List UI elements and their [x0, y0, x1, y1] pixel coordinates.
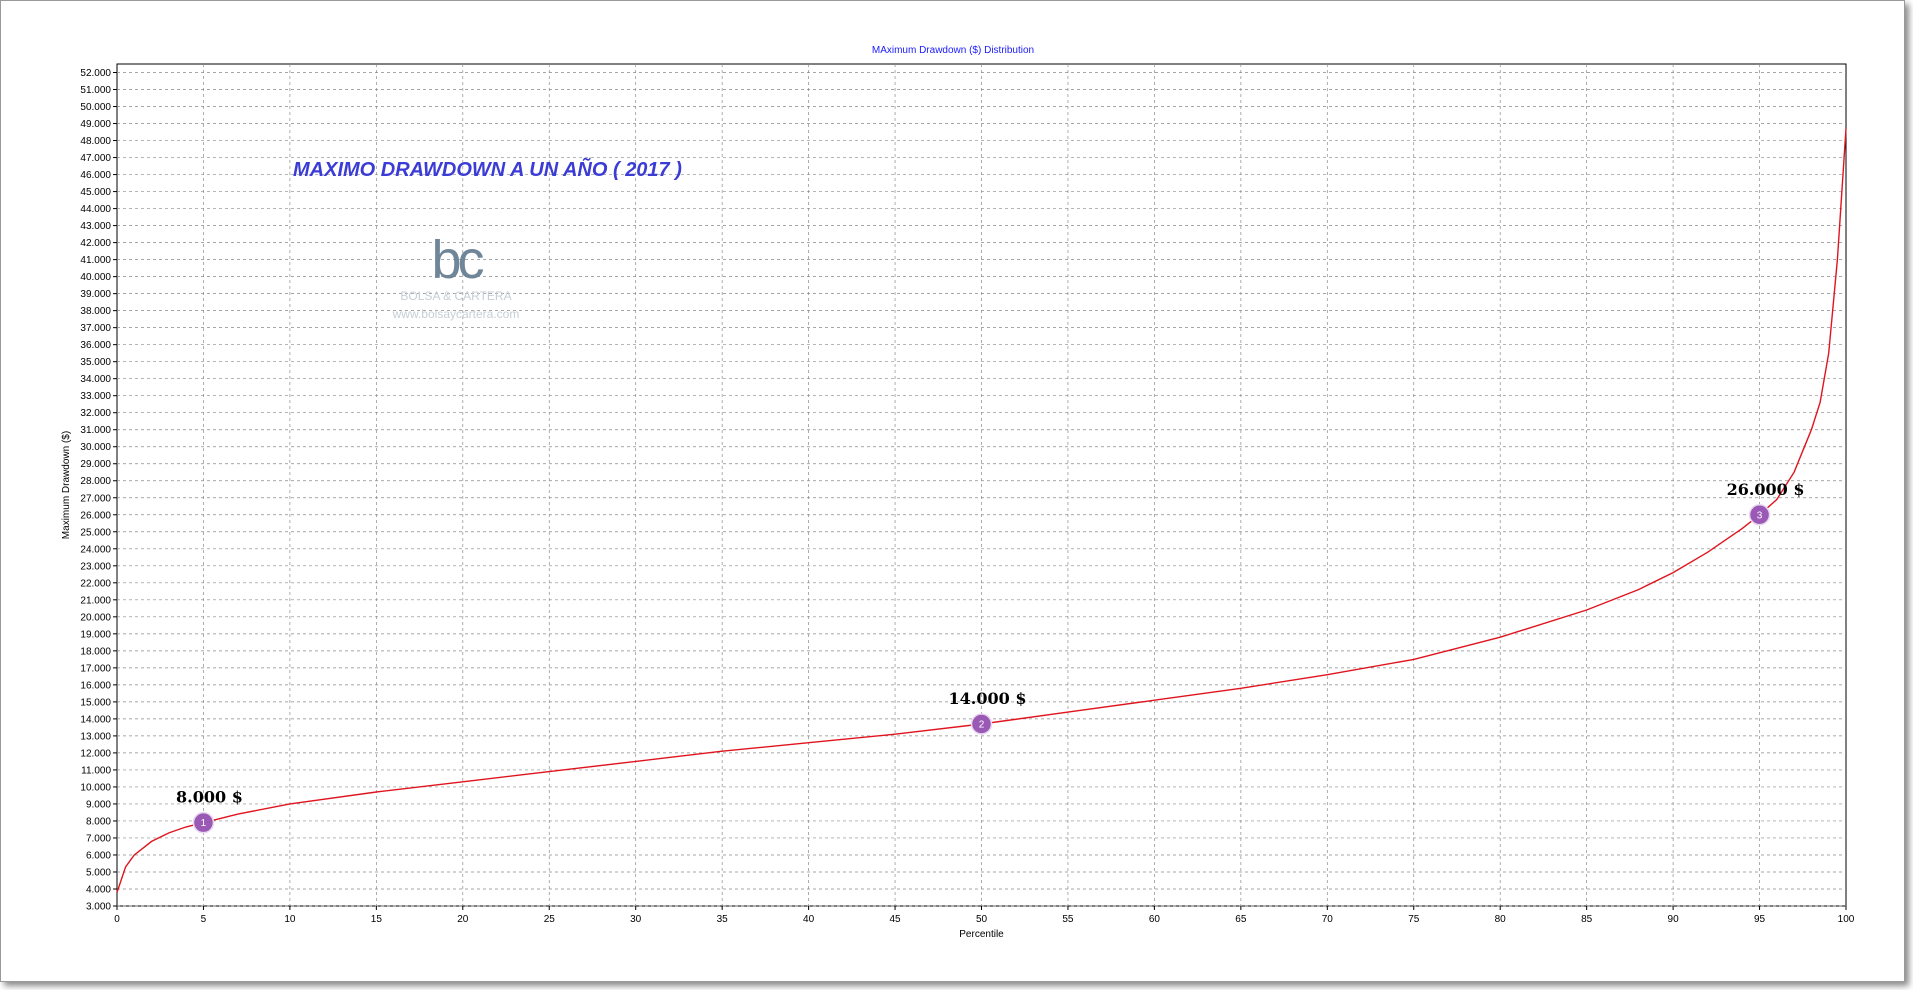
x-tick-label: 15 [371, 914, 383, 925]
y-tick-label: 4.000 [86, 884, 111, 895]
y-tick-label: 50.000 [80, 102, 111, 113]
y-tick-label: 38.000 [80, 306, 111, 317]
x-tick-label: 50 [976, 914, 988, 925]
annotation-label: 8.000 $ [176, 788, 243, 807]
x-tick-label: 90 [1668, 914, 1680, 925]
y-tick-label: 34.000 [80, 374, 111, 385]
overlay-title: MAXIMO DRAWDOWN A UN AÑO ( 2017 ) [293, 159, 682, 181]
annotation-label: 26.000 $ [1727, 480, 1805, 499]
y-tick-label: 40.000 [80, 272, 111, 283]
y-tick-label: 18.000 [80, 646, 111, 657]
y-tick-label: 6.000 [86, 850, 111, 861]
y-tick-label: 47.000 [80, 153, 111, 164]
annotation-marker-number: 2 [979, 719, 985, 730]
y-tick-label: 12.000 [80, 748, 111, 759]
y-tick-label: 35.000 [80, 357, 111, 368]
y-tick-label: 16.000 [80, 680, 111, 691]
y-tick-label: 24.000 [80, 544, 111, 555]
y-tick-label: 31.000 [80, 425, 111, 436]
x-tick-label: 35 [717, 914, 729, 925]
y-tick-label: 36.000 [80, 340, 111, 351]
y-tick-label: 3.000 [86, 902, 111, 913]
y-tick-label: 29.000 [80, 459, 111, 470]
logo-name: BOLSA & CARTERA [400, 289, 512, 303]
y-tick-label: 28.000 [80, 476, 111, 487]
drawdown-chart: MAximum Drawdown ($) Distribution 3.000 4… [61, 45, 1855, 940]
x-tick-label: 80 [1495, 914, 1507, 925]
y-tick-label: 22.000 [80, 578, 111, 589]
y-tick-label: 48.000 [80, 136, 111, 147]
x-tick-label: 75 [1408, 914, 1420, 925]
x-tick-label: 55 [1062, 914, 1074, 925]
y-axis-label: Maximum Drawdown ($) [61, 431, 72, 539]
y-tick-label: 19.000 [80, 629, 111, 640]
y-tick-label: 42.000 [80, 238, 111, 249]
annotation-marker-number: 1 [201, 818, 207, 829]
y-tick-label: 32.000 [80, 408, 111, 419]
x-tick-label: 10 [284, 914, 296, 925]
y-tick-label: 49.000 [80, 119, 111, 130]
y-tick-label: 52.000 [80, 68, 111, 79]
x-tick-label: 95 [1754, 914, 1766, 925]
chart-title: MAximum Drawdown ($) Distribution [872, 45, 1034, 56]
y-tick-label: 11.000 [81, 765, 111, 776]
logo: bc BOLSA & CARTERA www.bolsaycartera.com [371, 233, 541, 343]
x-tick-label: 100 [1838, 914, 1855, 925]
logo-mark: bc [431, 230, 484, 290]
y-tick-label: 8.000 [86, 816, 111, 827]
grid-lines [117, 64, 1846, 907]
logo-url: www.bolsaycartera.com [392, 307, 520, 321]
y-tick-label: 37.000 [80, 323, 111, 334]
x-tick-label: 25 [544, 914, 556, 925]
y-tick-label: 25.000 [80, 527, 111, 538]
x-axis-ticks: 0 5 10 15 20 25 30 35 40 45 50 55 60 65 70 75 80 85 90 95 10… [114, 906, 1855, 925]
y-tick-label: 9.000 [86, 799, 111, 810]
x-tick-label: 5 [201, 914, 207, 925]
y-tick-label: 45.000 [80, 187, 111, 198]
x-tick-label: 70 [1322, 914, 1334, 925]
y-tick-label: 20.000 [80, 612, 111, 623]
y-tick-label: 30.000 [80, 442, 111, 453]
x-axis-label: Percentile [959, 929, 1004, 940]
y-tick-label: 33.000 [80, 391, 111, 402]
x-tick-label: 0 [114, 914, 120, 925]
x-tick-label: 60 [1149, 914, 1161, 925]
y-tick-label: 46.000 [80, 170, 111, 181]
annotation-marker-number: 3 [1757, 510, 1763, 521]
chart-window: MAximum Drawdown ($) Distribution 3.000 4… [0, 0, 1905, 982]
y-tick-label: 13.000 [80, 731, 111, 742]
x-tick-label: 45 [889, 914, 901, 925]
y-tick-label: 39.000 [80, 289, 111, 300]
y-tick-label: 43.000 [80, 221, 111, 232]
x-tick-label: 20 [457, 914, 469, 925]
x-tick-label: 85 [1581, 914, 1593, 925]
y-tick-label: 10.000 [80, 782, 111, 793]
x-tick-label: 65 [1235, 914, 1247, 925]
y-tick-label: 7.000 [86, 833, 111, 844]
x-tick-label: 30 [630, 914, 642, 925]
y-tick-label: 5.000 [86, 867, 111, 878]
y-axis-ticks: 3.000 4.000 5.000 6.000 7.000 8.000 9.000 10.00… [80, 68, 117, 913]
y-tick-label: 15.000 [80, 697, 111, 708]
y-tick-label: 14.000 [80, 714, 111, 725]
y-tick-label: 17.000 [80, 663, 111, 674]
y-tick-label: 26.000 [80, 510, 111, 521]
x-tick-label: 40 [803, 914, 815, 925]
y-tick-label: 21.000 [80, 595, 111, 606]
y-tick-label: 51.000 [80, 85, 111, 96]
y-tick-label: 44.000 [80, 204, 111, 215]
annotation-label: 14.000 $ [949, 689, 1027, 708]
y-tick-label: 27.000 [80, 493, 111, 504]
y-tick-label: 23.000 [80, 561, 111, 572]
y-tick-label: 41.000 [80, 255, 111, 266]
